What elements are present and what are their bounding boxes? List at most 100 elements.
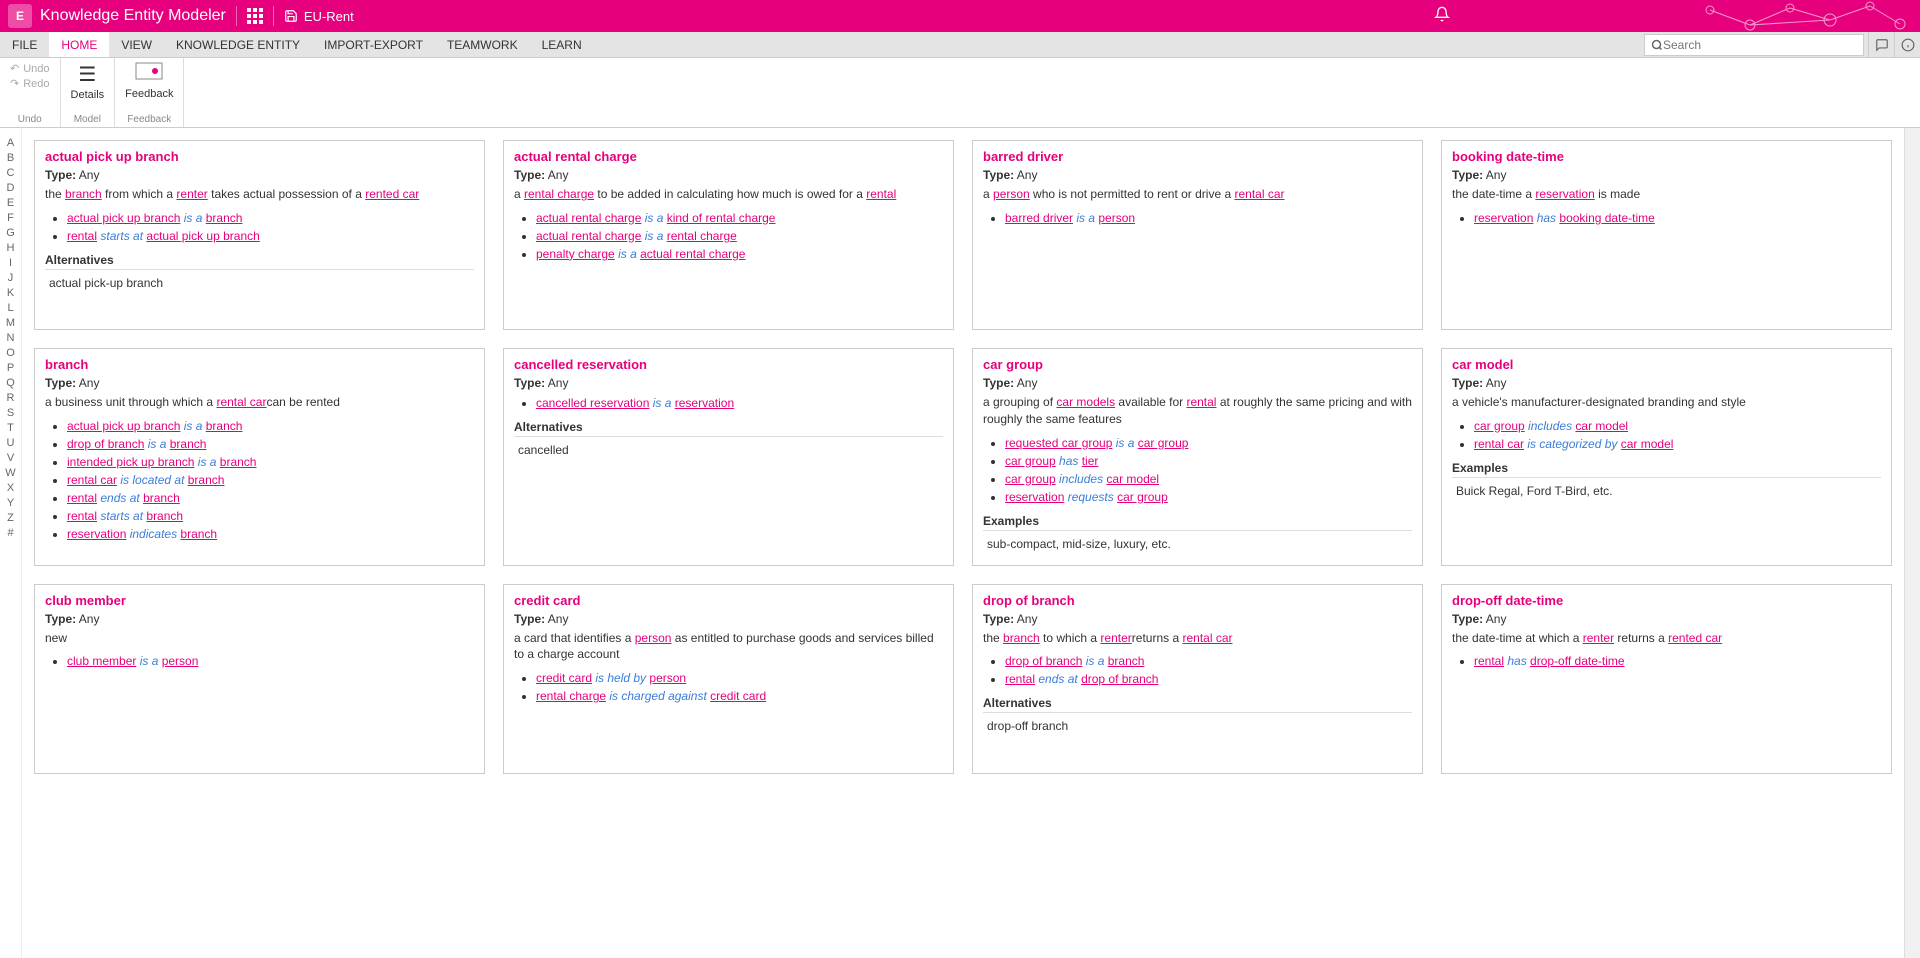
card-title[interactable]: car model bbox=[1452, 357, 1881, 372]
entity-link[interactable]: rental bbox=[67, 491, 97, 505]
entity-link[interactable]: person bbox=[1098, 211, 1135, 225]
alpha-nav-B[interactable]: B bbox=[0, 151, 21, 166]
entity-link[interactable]: car group bbox=[1138, 436, 1189, 450]
entity-link[interactable]: rental car bbox=[67, 473, 117, 487]
alpha-nav-F[interactable]: F bbox=[0, 211, 21, 226]
alpha-nav-L[interactable]: L bbox=[0, 301, 21, 316]
alpha-nav-Q[interactable]: Q bbox=[0, 376, 21, 391]
entity-link[interactable]: branch bbox=[65, 187, 102, 201]
alpha-nav-H[interactable]: H bbox=[0, 241, 21, 256]
card-title[interactable]: drop-off date-time bbox=[1452, 593, 1881, 608]
entity-link[interactable]: rented car bbox=[1668, 631, 1722, 645]
entity-link[interactable]: drop of branch bbox=[67, 437, 144, 451]
entity-link[interactable]: renter bbox=[176, 187, 207, 201]
entity-link[interactable]: car group bbox=[1005, 454, 1056, 468]
entity-link[interactable]: rental charge bbox=[667, 229, 737, 243]
entity-link[interactable]: car model bbox=[1575, 419, 1628, 433]
entity-link[interactable]: rental car bbox=[1474, 437, 1524, 451]
alpha-nav-S[interactable]: S bbox=[0, 406, 21, 421]
entity-link[interactable]: person bbox=[993, 187, 1030, 201]
card-title[interactable]: barred driver bbox=[983, 149, 1412, 164]
entity-link[interactable]: car models bbox=[1056, 395, 1115, 409]
alpha-nav-A[interactable]: A bbox=[0, 136, 21, 151]
entity-link[interactable]: branch bbox=[1003, 631, 1040, 645]
entity-link[interactable]: rental charge bbox=[524, 187, 594, 201]
entity-link[interactable]: branch bbox=[146, 509, 183, 523]
content-area[interactable]: actual pick up branchType: Anythe branch… bbox=[22, 128, 1904, 958]
entity-link[interactable]: car model bbox=[1621, 437, 1674, 451]
alpha-nav-U[interactable]: U bbox=[0, 436, 21, 451]
alpha-nav-Z[interactable]: Z bbox=[0, 511, 21, 526]
entity-link[interactable]: kind of rental charge bbox=[667, 211, 776, 225]
card-title[interactable]: actual rental charge bbox=[514, 149, 943, 164]
info-icon[interactable] bbox=[1894, 32, 1920, 57]
card-title[interactable]: booking date-time bbox=[1452, 149, 1881, 164]
chat-icon[interactable] bbox=[1868, 32, 1894, 57]
entity-link[interactable]: rental car bbox=[1234, 187, 1284, 201]
entity-link[interactable]: actual pick up branch bbox=[146, 229, 259, 243]
entity-link[interactable]: barred driver bbox=[1005, 211, 1073, 225]
card-title[interactable]: drop of branch bbox=[983, 593, 1412, 608]
entity-link[interactable]: branch bbox=[220, 455, 257, 469]
entity-link[interactable]: actual rental charge bbox=[640, 247, 745, 261]
alpha-nav-K[interactable]: K bbox=[0, 286, 21, 301]
alpha-nav-W[interactable]: W bbox=[0, 466, 21, 481]
entity-link[interactable]: person bbox=[162, 654, 199, 668]
entity-link[interactable]: rental bbox=[1474, 654, 1504, 668]
menu-item-knowledge-entity[interactable]: KNOWLEDGE ENTITY bbox=[164, 32, 312, 57]
alpha-nav-P[interactable]: P bbox=[0, 361, 21, 376]
menu-item-view[interactable]: VIEW bbox=[109, 32, 164, 57]
entity-link[interactable]: branch bbox=[188, 473, 225, 487]
entity-link[interactable]: requested car group bbox=[1005, 436, 1112, 450]
entity-link[interactable]: reservation bbox=[1474, 211, 1533, 225]
entity-link[interactable]: actual pick up branch bbox=[67, 211, 180, 225]
entity-link[interactable]: rented car bbox=[365, 187, 419, 201]
notifications-icon[interactable] bbox=[1434, 6, 1450, 27]
entity-link[interactable]: rental bbox=[67, 229, 97, 243]
card-title[interactable]: car group bbox=[983, 357, 1412, 372]
entity-link[interactable]: drop of branch bbox=[1005, 654, 1082, 668]
alpha-nav-D[interactable]: D bbox=[0, 181, 21, 196]
alpha-nav-R[interactable]: R bbox=[0, 391, 21, 406]
alpha-nav-O[interactable]: O bbox=[0, 346, 21, 361]
entity-link[interactable]: car model bbox=[1106, 472, 1159, 486]
feedback-button[interactable]: Feedback bbox=[125, 62, 173, 100]
entity-link[interactable]: intended pick up branch bbox=[67, 455, 194, 469]
entity-link[interactable]: tier bbox=[1082, 454, 1099, 468]
entity-link[interactable]: branch bbox=[170, 437, 207, 451]
entity-link[interactable]: reservation bbox=[1005, 490, 1064, 504]
entity-link[interactable]: rental bbox=[1186, 395, 1216, 409]
alpha-nav-I[interactable]: I bbox=[0, 256, 21, 271]
entity-link[interactable]: branch bbox=[180, 527, 217, 541]
menu-item-home[interactable]: HOME bbox=[49, 32, 109, 57]
undo-button[interactable]: ↶Undo bbox=[10, 62, 50, 75]
project-selector[interactable]: EU-Rent bbox=[284, 9, 354, 24]
menu-item-learn[interactable]: LEARN bbox=[530, 32, 594, 57]
entity-link[interactable]: person bbox=[635, 631, 672, 645]
redo-button[interactable]: ↷Redo bbox=[10, 77, 50, 90]
search-box[interactable] bbox=[1644, 34, 1864, 56]
entity-link[interactable]: rental bbox=[866, 187, 896, 201]
entity-link[interactable]: renter bbox=[1583, 631, 1614, 645]
entity-link[interactable]: branch bbox=[143, 491, 180, 505]
alpha-nav-#[interactable]: # bbox=[0, 526, 21, 541]
menu-item-teamwork[interactable]: TEAMWORK bbox=[435, 32, 530, 57]
alpha-nav-Y[interactable]: Y bbox=[0, 496, 21, 511]
alpha-nav-E[interactable]: E bbox=[0, 196, 21, 211]
alpha-nav-N[interactable]: N bbox=[0, 331, 21, 346]
scrollbar-vertical[interactable] bbox=[1904, 128, 1920, 958]
entity-link[interactable]: rental bbox=[67, 509, 97, 523]
entity-link[interactable]: renter bbox=[1100, 631, 1131, 645]
details-button[interactable]: ☰ Details bbox=[71, 62, 105, 101]
entity-link[interactable]: actual rental charge bbox=[536, 229, 641, 243]
entity-link[interactable]: club member bbox=[67, 654, 136, 668]
entity-link[interactable]: reservation bbox=[1535, 187, 1594, 201]
entity-link[interactable]: actual rental charge bbox=[536, 211, 641, 225]
entity-link[interactable]: branch bbox=[206, 419, 243, 433]
entity-link[interactable]: reservation bbox=[67, 527, 126, 541]
alpha-nav-T[interactable]: T bbox=[0, 421, 21, 436]
alpha-nav-C[interactable]: C bbox=[0, 166, 21, 181]
entity-link[interactable]: car group bbox=[1117, 490, 1168, 504]
entity-link[interactable]: actual pick up branch bbox=[67, 419, 180, 433]
entity-link[interactable]: branch bbox=[1108, 654, 1145, 668]
